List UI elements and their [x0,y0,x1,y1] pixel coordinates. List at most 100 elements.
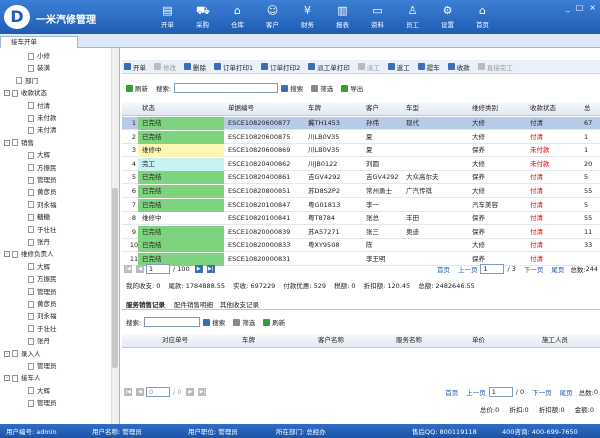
last-page-icon[interactable]: ▶| [198,388,207,396]
detail-search-input[interactable] [144,317,201,327]
detail-column-header[interactable]: 单价 [472,334,485,347]
refresh-button[interactable]: 刷新 [126,83,148,93]
nav-item-document[interactable]: ▤ 开单 [150,0,185,34]
toolbar-button-1[interactable]: 修改 [154,62,176,72]
grid-column-header[interactable]: 单据编号 [228,102,308,115]
tree-toggle-icon[interactable]: - [4,375,10,382]
last-page-icon[interactable]: ▶| [206,265,215,273]
nav-item-chart[interactable]: ▥ 报表 [325,0,360,34]
detail-prev-link[interactable]: 上一页 [466,387,486,397]
tree-item[interactable]: 大辉 [28,261,50,273]
nav-item-home[interactable]: ⌂ 首页 [465,0,500,34]
grid-column-header[interactable]: 客户 [366,102,406,115]
table-row[interactable]: 7 已完结 ESCE10820100847 粤G01813 李一 汽车美容 付清 5 [122,198,600,212]
first-page-icon[interactable]: |◀ [124,265,132,273]
tree-toggle-icon[interactable]: - [4,251,10,258]
table-row[interactable]: 10 已完结 ESCE10820000833 粤XY9508 陈大修 付清 33 [122,239,600,253]
maximize-icon[interactable]: □ [576,3,584,12]
detail-column-header[interactable]: 服务名称 [396,334,422,347]
sidebar-scroll-thumb[interactable] [112,188,118,368]
tree-item[interactable]: 大辉 [28,149,50,161]
detail-next-link[interactable]: 下一页 [532,387,552,397]
first-page-icon[interactable]: |◀ [124,388,132,396]
tab-other-records[interactable]: 其他收支记录 [220,299,259,309]
next-page-icon[interactable]: ▶ [186,388,195,396]
export-button[interactable]: 导出 [341,83,363,93]
toolbar-button-2[interactable]: 删除 [184,62,206,72]
detail-page-input[interactable]: 0 [146,387,170,397]
tree-item[interactable]: 管理员 [28,286,57,298]
table-row[interactable]: 5 已完结 ESCE10820400861 吉GV4292 吉GV4292 大众高尔夫 保养… [122,171,600,185]
tab-service-sales[interactable]: 服务销售记录 [126,299,165,309]
nav-item-cart[interactable]: ⛟ 采购 [185,0,220,34]
prev-page-icon[interactable]: ◀ [136,265,144,273]
filter-button[interactable]: 筛选 [311,83,333,93]
last-page-link[interactable]: 尾页 [551,264,564,274]
tab-receive-order[interactable]: 接车开单 [0,36,78,48]
tree-item[interactable]: - 接车人 [4,372,41,384]
tree-item[interactable]: 未付款 [28,112,57,124]
tree-item[interactable]: 部门 [16,75,38,87]
table-row[interactable]: 3 维修中 ESCE10820600869 川LB0V35 夏保养 未付款 1 [122,144,600,158]
tree-toggle-icon[interactable]: - [4,350,10,357]
search-button[interactable]: 搜索 [281,83,303,93]
next-page-link[interactable]: 下一页 [524,264,544,274]
table-row[interactable]: 8 维修中 ESCE10820100841 粤T8784 张总 丰田 保养 付清 55 [122,212,600,226]
table-row[interactable]: 2 已完结 ESCE10820600875 川LB0V35 夏大修 付清 1 [122,130,600,144]
tree-item[interactable]: - 录入人 [4,348,41,360]
tree-item[interactable]: 付清 [28,100,50,112]
close-icon[interactable]: × [589,3,596,12]
detail-search-button[interactable]: 搜索 [203,317,225,327]
tree-item[interactable]: 方振民 [28,162,57,174]
tree-item[interactable]: 于壮壮 [28,323,57,335]
table-row[interactable]: 4 完工 ESCE10820400862 川JB0122 刘圆 大修 未付款 20 [122,157,600,171]
tree-item[interactable]: 糖糖 [28,211,50,223]
tree-item[interactable]: 管理员 [28,174,57,186]
toolbar-button-8[interactable]: 提车 [417,62,440,72]
tree-item[interactable]: - 维修负责人 [4,248,54,260]
prev-page-link[interactable]: 上一页 [458,264,478,274]
detail-column-header[interactable]: 客户名称 [318,334,344,347]
detail-column-header[interactable]: 施工人员 [542,334,568,347]
tree-item[interactable]: 刘永福 [28,310,57,322]
grid-column-header[interactable]: 总 [584,102,600,115]
toolbar-button-3[interactable]: 订单打印1 [214,62,253,72]
toolbar-button-7[interactable]: 返工 [387,62,410,72]
grid-column-header[interactable]: 状态 [142,102,228,115]
tree-item[interactable]: 装潢 [28,62,50,74]
tree-item[interactable]: 大辉 [28,385,50,397]
tree-item[interactable]: - 销售 [4,137,34,149]
tree-item[interactable]: 管理员 [28,360,57,372]
table-row[interactable]: 6 已完结 ESCE10820800851 苏D8S2P2 常州勇士 广汽传祺 大修 付清 55 [122,185,600,198]
table-row[interactable]: 9 已完结 ESCE10820000839 苏A57271 张三 奥迪 保养 付清 11 [122,225,600,239]
tree-item[interactable]: 张丹 [28,335,50,347]
nav-item-user[interactable]: ☺ 客户 [255,0,290,34]
grid-column-header[interactable]: 车型 [406,102,472,115]
toolbar-button-6[interactable]: 派工 [357,62,380,72]
nav-item-warehouse[interactable]: ⌂ 仓库 [220,0,255,34]
tree-toggle-icon[interactable]: - [4,139,10,146]
tree-item[interactable]: 黄彦员 [28,298,57,310]
table-row[interactable]: 1 已完结 ESCE10820600877 冀TH1453 孙伟 现代 大修 付清 67 [122,117,600,130]
first-page-link[interactable]: 首页 [437,264,450,274]
tree-item[interactable]: 小修 [28,50,50,62]
nav-item-money[interactable]: ¥ 财务 [290,0,325,34]
detail-column-header[interactable]: 对应单号 [162,334,188,347]
toolbar-button-5[interactable]: 派工单打印 [308,62,350,72]
tree-item[interactable]: 张丹 [28,236,50,248]
minimize-icon[interactable]: _ [566,3,570,12]
tab-parts-sales[interactable]: 配件销售明细 [174,299,213,309]
detail-first-link[interactable]: 首页 [445,387,458,397]
order-search-input[interactable] [174,83,279,93]
detail-refresh-button[interactable]: 刷新 [263,317,285,327]
next-page-icon[interactable]: ▶ [194,265,203,273]
detail-filter-button[interactable]: 筛选 [233,317,255,327]
tree-item[interactable]: 未付清 [28,124,57,136]
page-input[interactable]: 1 [146,264,170,274]
tree-item[interactable]: 管理员 [28,397,57,409]
detail-column-header[interactable]: 车牌 [242,334,255,347]
grid-column-header[interactable] [126,102,142,115]
grid-column-header[interactable]: 收款状态 [530,102,584,115]
toolbar-button-0[interactable]: 开单 [124,62,146,72]
nav-item-folder[interactable]: ▭ 资料 [360,0,395,34]
